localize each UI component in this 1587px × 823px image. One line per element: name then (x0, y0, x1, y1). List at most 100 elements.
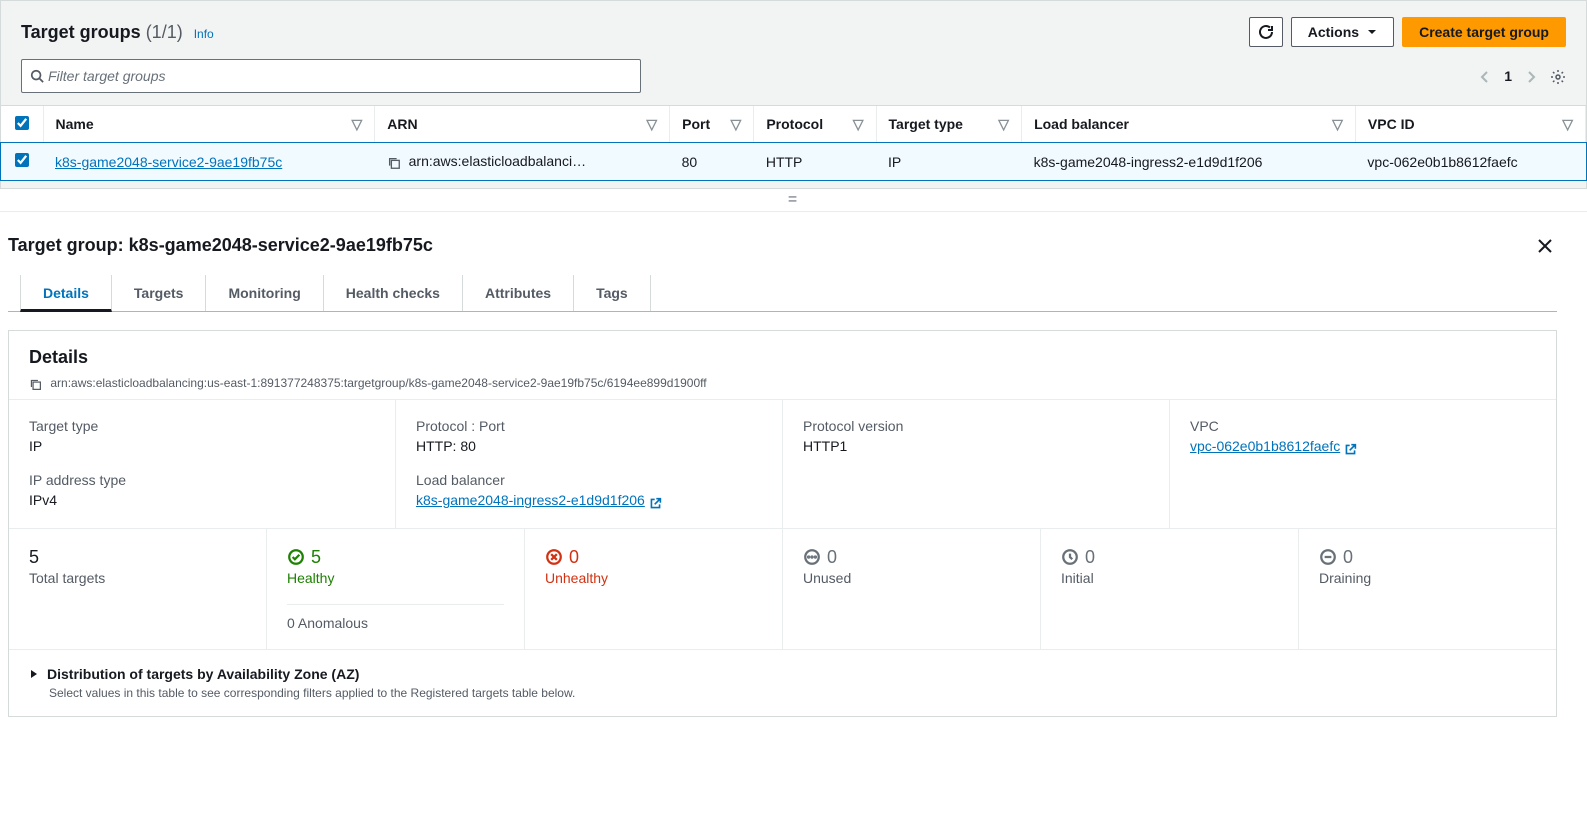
initial-label: Initial (1061, 570, 1278, 586)
draining-value: 0 (1343, 547, 1353, 568)
distribution-desc: Select values in this table to see corre… (49, 686, 1536, 700)
sort-icon: ▽ (853, 116, 864, 133)
detail-tabs: Details Targets Monitoring Health checks… (8, 275, 1557, 312)
copy-icon (29, 378, 42, 391)
page-title: Target groups (1/1) Info (21, 22, 214, 43)
protocol-cell: HTTP (754, 143, 876, 180)
select-all-checkbox[interactable] (15, 116, 29, 130)
next-page-button[interactable] (1526, 68, 1536, 84)
distribution-expander[interactable]: Distribution of targets by Availability … (29, 666, 1536, 682)
total-targets-value: 5 (29, 547, 246, 568)
target-type-value: IP (29, 438, 375, 454)
healthy-icon (287, 548, 305, 566)
chevron-down-icon (1367, 27, 1377, 37)
chevron-right-icon (1526, 70, 1536, 84)
unused-label: Unused (803, 570, 1020, 586)
distribution-title: Distribution of targets by Availability … (47, 666, 359, 682)
card-title: Details (29, 347, 1536, 368)
sort-icon: ▽ (1332, 116, 1343, 133)
target-groups-panel: Target groups (1/1) Info Actions Create … (0, 0, 1587, 189)
column-name[interactable]: Name▽ (43, 106, 375, 143)
load-balancer-link[interactable]: k8s-game2048-ingress2-e1d9d1f206 (416, 492, 645, 508)
draining-label: Draining (1319, 570, 1536, 586)
unused-icon (803, 548, 821, 566)
copy-arn-button[interactable] (387, 154, 401, 170)
unhealthy-icon (545, 548, 563, 566)
tab-attributes[interactable]: Attributes (463, 275, 574, 311)
vpc-link[interactable]: vpc-062e0b1b8612faefc (1190, 438, 1340, 454)
unused-value: 0 (827, 547, 837, 568)
vpc-id-cell: vpc-062e0b1b8612faefc (1355, 143, 1585, 180)
healthy-value: 5 (311, 547, 321, 568)
detail-panel: Target group: k8s-game2048-service2-9ae1… (0, 212, 1587, 746)
close-icon (1537, 238, 1553, 254)
details-card: Details arn:aws:elasticloadbalancing:us-… (8, 330, 1557, 716)
initial-value: 0 (1085, 547, 1095, 568)
tab-targets[interactable]: Targets (112, 275, 207, 311)
column-load-balancer[interactable]: Load balancer▽ (1022, 106, 1356, 143)
copy-arn-button[interactable] (29, 377, 43, 391)
protocol-port-value: HTTP: 80 (416, 438, 762, 454)
target-group-name-link[interactable]: k8s-game2048-service2-9ae19fb75c (55, 154, 282, 170)
prev-page-button[interactable] (1480, 68, 1490, 84)
pagination: 1 (1480, 67, 1566, 84)
full-arn: arn:aws:elasticloadbalancing:us-east-1:8… (50, 376, 706, 390)
chevron-left-icon (1480, 70, 1490, 84)
detail-title: Target group: k8s-game2048-service2-9ae1… (8, 235, 433, 256)
tab-details[interactable]: Details (20, 275, 112, 312)
load-balancer-label: Load balancer (416, 472, 762, 488)
table-row[interactable]: k8s-game2048-service2-9ae19fb75c arn:aws… (1, 143, 1586, 180)
draining-icon (1319, 548, 1337, 566)
tab-monitoring[interactable]: Monitoring (206, 275, 323, 311)
sort-icon: ▽ (998, 116, 1009, 133)
ip-address-type-value: IPv4 (29, 492, 375, 508)
page-number: 1 (1504, 68, 1512, 84)
target-type-cell: IP (876, 143, 1022, 180)
search-input[interactable] (44, 64, 632, 88)
healthy-label: Healthy (287, 570, 504, 586)
sort-icon: ▽ (646, 116, 657, 133)
tab-health-checks[interactable]: Health checks (324, 275, 463, 311)
load-balancer-cell: k8s-game2048-ingress2-e1d9d1f206 (1022, 143, 1356, 180)
tab-tags[interactable]: Tags (574, 275, 651, 311)
sort-icon: ▽ (1562, 116, 1573, 133)
info-link[interactable]: Info (194, 27, 214, 41)
title-text: Target groups (21, 22, 141, 42)
copy-icon (387, 156, 401, 170)
column-vpc-id[interactable]: VPC ID▽ (1355, 106, 1585, 143)
column-arn[interactable]: ARN▽ (375, 106, 670, 143)
target-type-label: Target type (29, 418, 375, 434)
target-groups-table: Name▽ ARN▽ Port▽ Protocol▽ Target type▽ … (1, 106, 1586, 180)
create-target-group-button[interactable]: Create target group (1402, 17, 1566, 47)
vpc-label: VPC (1190, 418, 1536, 434)
column-protocol[interactable]: Protocol▽ (754, 106, 876, 143)
initial-icon (1061, 548, 1079, 566)
anomalous-count: 0 Anomalous (287, 604, 504, 631)
sort-icon: ▽ (731, 116, 742, 133)
protocol-port-label: Protocol : Port (416, 418, 762, 434)
panel-splitter[interactable]: = (0, 189, 1587, 212)
protocol-version-value: HTTP1 (803, 438, 1149, 454)
search-icon (30, 69, 44, 83)
port-cell: 80 (670, 143, 754, 180)
total-targets-label: Total targets (29, 570, 246, 586)
column-port[interactable]: Port▽ (670, 106, 754, 143)
title-count: (1/1) (146, 22, 183, 42)
column-target-type[interactable]: Target type▽ (876, 106, 1022, 143)
row-checkbox[interactable] (15, 153, 29, 167)
caret-right-icon (29, 669, 39, 679)
close-detail-button[interactable] (1533, 230, 1557, 261)
actions-button[interactable]: Actions (1291, 17, 1394, 47)
protocol-version-label: Protocol version (803, 418, 1149, 434)
external-link-icon (649, 494, 662, 510)
refresh-icon (1258, 24, 1274, 40)
sort-icon: ▽ (351, 116, 362, 133)
search-input-wrap[interactable] (21, 59, 641, 93)
ip-address-type-label: IP address type (29, 472, 375, 488)
settings-button[interactable] (1550, 67, 1566, 84)
external-link-icon (1344, 440, 1357, 456)
arn-text: arn:aws:elasticloadbalanci… (409, 153, 586, 169)
refresh-button[interactable] (1249, 17, 1283, 47)
gear-icon (1550, 69, 1566, 85)
unhealthy-label: Unhealthy (545, 570, 762, 586)
